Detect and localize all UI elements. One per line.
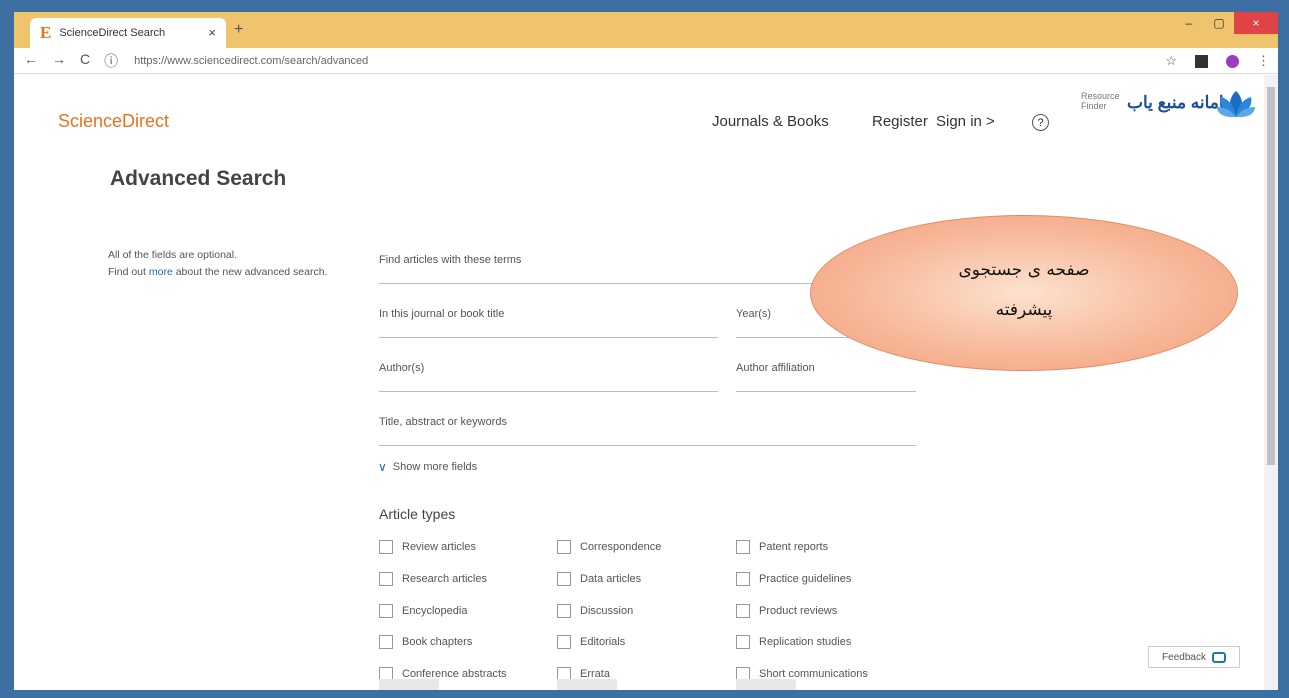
sciencedirect-logo[interactable]: ScienceDirect (58, 111, 169, 132)
reload-icon[interactable]: C (80, 51, 90, 71)
journals-books-link[interactable]: Journals & Books (712, 113, 829, 130)
author-field[interactable]: Author(s) (379, 356, 718, 392)
callout-annotation: صفحه ی جستجوی پیشرفته (810, 215, 1238, 371)
window-controls: – ▢ × (1174, 12, 1278, 34)
checkbox-data-articles[interactable]: Data articles (557, 572, 641, 586)
profile-extension-icon[interactable] (1226, 54, 1239, 68)
register-link[interactable]: Register (872, 113, 928, 130)
checkbox-discussion[interactable]: Discussion (557, 604, 633, 618)
resource-finder-logo: Resource Finder سامانه منبع یاب (1081, 89, 1261, 127)
tab-close-icon[interactable]: × (208, 25, 216, 40)
show-more-fields-button[interactable]: ∨ Show more fields (378, 460, 477, 474)
feedback-button[interactable]: Feedback (1148, 646, 1240, 668)
note-line1: All of the fields are optional. (108, 249, 237, 261)
address-bar: ← → C ⓘ https://www.sciencedirect.com/se… (14, 48, 1278, 74)
more-link[interactable]: more (149, 266, 173, 278)
browser-window: E ScienceDirect Search × + – ▢ × ← → C ⓘ… (14, 12, 1278, 690)
sign-in-link[interactable]: Sign in > (936, 113, 995, 130)
tab-title: ScienceDirect Search (59, 27, 166, 39)
forward-icon[interactable]: → (52, 51, 66, 71)
scrollbar-thumb[interactable] (1267, 87, 1275, 465)
url-field[interactable]: https://www.sciencedirect.com/search/adv… (134, 55, 368, 67)
callout-line1: صفحه ی جستجوی (958, 260, 1090, 280)
checkbox-patent-reports[interactable]: Patent reports (736, 540, 828, 554)
article-types-heading: Article types (379, 506, 456, 522)
elsevier-logo-icon: E (40, 23, 52, 42)
maximize-button[interactable]: ▢ (1204, 12, 1234, 34)
info-icon[interactable]: ⓘ (104, 51, 118, 71)
page-title: Advanced Search (110, 167, 287, 190)
checkbox-replication-studies[interactable]: Replication studies (736, 635, 851, 649)
title-bar: E ScienceDirect Search × + – ▢ × (14, 12, 1278, 48)
bookmark-star-icon[interactable]: ☆ (1165, 53, 1177, 69)
checkbox-product-reviews[interactable]: Product reviews (736, 604, 837, 618)
checkbox-encyclopedia[interactable]: Encyclopedia (379, 604, 467, 618)
pdf-extension-icon[interactable] (1195, 54, 1208, 68)
help-icon[interactable]: ? (1032, 114, 1049, 131)
new-tab-button[interactable]: + (234, 21, 243, 39)
journal-title-field[interactable]: In this journal or book title (379, 302, 718, 338)
affiliation-field[interactable]: Author affiliation (736, 356, 916, 392)
checkbox-review-articles[interactable]: Review articles (379, 540, 476, 554)
resource-finder-en-line2: Finder (1081, 101, 1107, 111)
partial-row (736, 679, 796, 690)
callout-line2: پیشرفته (995, 300, 1053, 320)
speech-bubble-icon (1211, 651, 1226, 663)
scrollbar[interactable] (1264, 75, 1278, 690)
page-content: ScienceDirect Journals & Books Register … (14, 75, 1264, 690)
optional-note: All of the fields are optional. Find out… (108, 249, 328, 278)
checkbox-research-articles[interactable]: Research articles (379, 572, 487, 586)
browser-tab[interactable]: E ScienceDirect Search × (30, 18, 226, 48)
close-window-button[interactable]: × (1234, 12, 1278, 34)
lotus-icon (1217, 91, 1255, 118)
checkbox-practice-guidelines[interactable]: Practice guidelines (736, 572, 851, 586)
partial-row (557, 679, 617, 690)
title-abstract-field[interactable]: Title, abstract or keywords (379, 410, 916, 446)
back-icon[interactable]: ← (24, 51, 38, 71)
checkbox-book-chapters[interactable]: Book chapters (379, 635, 472, 649)
minimize-button[interactable]: – (1174, 12, 1204, 34)
menu-icon[interactable]: ⋮ (1257, 53, 1270, 69)
chevron-down-icon: ∨ (378, 460, 387, 474)
resource-finder-en-line1: Resource (1081, 91, 1120, 101)
checkbox-correspondence[interactable]: Correspondence (557, 540, 661, 554)
checkbox-editorials[interactable]: Editorials (557, 635, 625, 649)
partial-row (379, 679, 439, 690)
